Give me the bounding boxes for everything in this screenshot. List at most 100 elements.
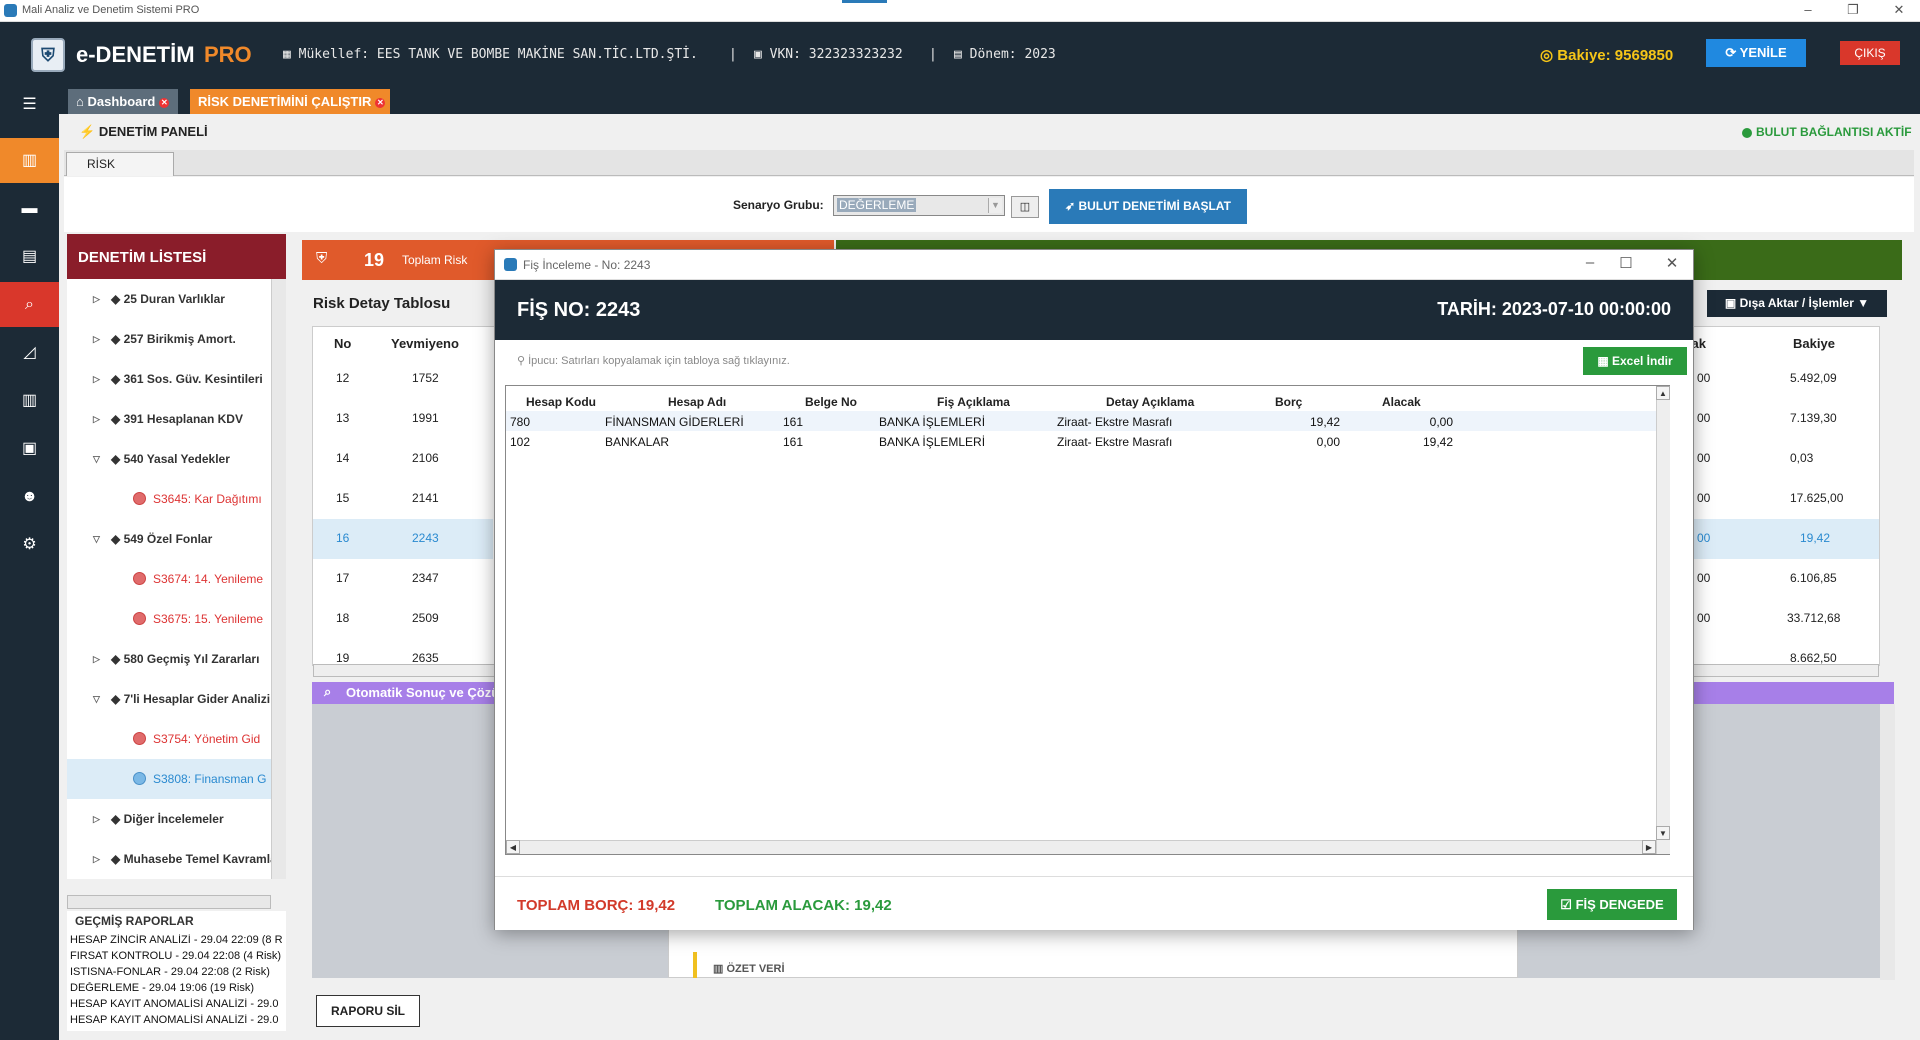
tree-node[interactable]: ▷ ◆ 25 Duran Varlıklar (67, 279, 271, 319)
result-scrollbar[interactable] (1880, 704, 1895, 980)
cell-bakiye[interactable]: 7.139,30 (1790, 411, 1837, 425)
cell-account-code[interactable]: 102 (510, 435, 530, 449)
tree-leaf[interactable]: S3675: 15. Yenileme (67, 599, 271, 639)
grid-scrollbar-horizontal[interactable]: ◀ ▶ (506, 840, 1656, 854)
cell-alacak[interactable]: 00 (1697, 611, 1710, 625)
users-icon[interactable]: ☻ (0, 474, 59, 519)
cell-debit[interactable]: 19,42 (1286, 415, 1340, 429)
bank-icon[interactable]: ▥ (0, 378, 59, 423)
cell-alacak[interactable]: 00 (1697, 371, 1710, 385)
cell-no[interactable]: 18 (336, 611, 349, 625)
cell-bakiye[interactable]: 0,03 (1790, 451, 1813, 465)
tab-dashboard[interactable]: ⌂ Dashboard ✕ (68, 89, 178, 114)
cell-detail-desc[interactable]: Ziraat- Ekstre Masrafı (1057, 415, 1172, 429)
cell-no[interactable]: 14 (336, 451, 349, 465)
column-header[interactable]: Detay Açıklama (1106, 395, 1194, 409)
scroll-up-icon[interactable]: ▲ (1656, 386, 1670, 400)
cell-yevmiye[interactable]: 1991 (412, 411, 439, 425)
scenario-select[interactable]: DEĞERLEME ▼ (833, 195, 1005, 216)
briefcase-icon[interactable]: ▬ (0, 186, 59, 231)
column-header[interactable]: Borç (1275, 395, 1302, 409)
refresh-button[interactable]: ⟳ YENİLE (1706, 39, 1806, 67)
report-item[interactable]: FIRSAT KONTROLU - 29.04 22:08 (4 Risk) (70, 950, 284, 962)
search-icon[interactable]: ⌕ (0, 282, 59, 327)
export-button[interactable]: ▣ Dışa Aktar / İşlemler ▼ (1707, 290, 1887, 317)
column-header[interactable]: Hesap Adı (668, 395, 726, 409)
balanced-button[interactable]: ☑ FİŞ DENGEDE (1547, 889, 1677, 920)
column-header[interactable]: Fiş Açıklama (937, 395, 1010, 409)
cell-account-name[interactable]: FİNANSMAN GİDERLERİ (605, 415, 744, 429)
menu-icon[interactable]: ☰ (0, 82, 59, 127)
chart-icon[interactable]: ◿ (0, 330, 59, 375)
minimize-button[interactable]: – (1570, 254, 1610, 271)
column-header[interactable]: Bakiye (1793, 336, 1835, 351)
scroll-down-icon[interactable]: ▼ (1656, 826, 1670, 840)
cell-yevmiye[interactable]: 2243 (412, 531, 439, 545)
tree-leaf[interactable]: S3754: Yönetim Gid (67, 719, 271, 759)
cell-yevmiye[interactable]: 1752 (412, 371, 439, 385)
tree-scrollbar-vertical[interactable] (271, 279, 286, 879)
report-item[interactable]: HESAP KAYIT ANOMALİSİ ANALİZİ - 29.0 (70, 998, 284, 1010)
excel-download-button[interactable]: ▦ Excel İndir (1583, 347, 1687, 375)
delete-report-button[interactable]: RAPORU SİL (316, 995, 420, 1027)
close-button[interactable]: ✕ (1652, 254, 1692, 272)
cell-credit[interactable]: 19,42 (1399, 435, 1453, 449)
cell-yevmiye[interactable]: 2106 (412, 451, 439, 465)
start-cloud-audit-button[interactable]: ➶ BULUT DENETİMİ BAŞLAT (1049, 189, 1247, 224)
tree-leaf[interactable]: S3645: Kar Dağıtımı (67, 479, 271, 519)
tree-scrollbar-horizontal[interactable] (67, 895, 271, 909)
tab-risk-audit[interactable]: RİSK DENETİMİNİ ÇALIŞTIR ✕ (190, 89, 390, 114)
print-icon[interactable]: ▣ (0, 426, 59, 471)
document-icon[interactable]: ▤ (0, 234, 59, 279)
column-header[interactable]: Yevmiyeno (391, 336, 459, 351)
close-tab-icon[interactable]: ✕ (159, 97, 170, 108)
cell-no[interactable]: 12 (336, 371, 349, 385)
maximize-button[interactable]: ☐ (1606, 254, 1646, 272)
close-tab-icon[interactable]: ✕ (375, 97, 386, 108)
cell-bakiye[interactable]: 19,42 (1800, 531, 1830, 545)
cell-detail-desc[interactable]: Ziraat- Ekstre Masrafı (1057, 435, 1172, 449)
cell-alacak[interactable]: 00 (1697, 571, 1710, 585)
cell-voucher-desc[interactable]: BANKA İŞLEMLERİ (879, 415, 985, 429)
column-header[interactable]: Hesap Kodu (526, 395, 596, 409)
cell-no[interactable]: 13 (336, 411, 349, 425)
tree-node[interactable]: ▽ ◆ 7'li Hesaplar Gider Analizi (67, 679, 271, 719)
scroll-right-icon[interactable]: ▶ (1642, 840, 1656, 854)
dashboard-icon[interactable]: ▥ (0, 138, 59, 183)
cell-yevmiye[interactable]: 2347 (412, 571, 439, 585)
report-item[interactable]: HESAP ZİNCİR ANALİZİ - 29.04 22:09 (8 R (70, 934, 284, 946)
report-item[interactable]: DEĞERLEME - 29.04 19:06 (19 Risk) (70, 982, 284, 994)
subtab-risk-audit[interactable]: RİSK DENETİMİ (66, 152, 174, 193)
tree-node[interactable]: ▷ ◆ 391 Hesaplanan KDV (67, 399, 271, 439)
cell-debit[interactable]: 0,00 (1286, 435, 1340, 449)
cell-credit[interactable]: 0,00 (1399, 415, 1453, 429)
settings-icon[interactable]: ⚙ (0, 522, 59, 567)
tree-node[interactable]: ▷ ◆ Muhasebe Temel Kavramları (67, 839, 271, 879)
tree-node[interactable]: ▷ ◆ 361 Sos. Güv. Kesintileri (67, 359, 271, 399)
tree-node[interactable]: ▷ ◆ Diğer İncelemeler (67, 799, 271, 839)
cell-alacak[interactable]: 00 (1697, 451, 1710, 465)
cell-voucher-desc[interactable]: BANKA İŞLEMLERİ (879, 435, 985, 449)
cell-no[interactable]: 15 (336, 491, 349, 505)
cell-alacak[interactable]: 00 (1697, 531, 1710, 545)
cell-account-code[interactable]: 780 (510, 415, 530, 429)
exit-button[interactable]: ÇIKIŞ (1840, 41, 1900, 65)
column-header[interactable]: No (334, 336, 351, 351)
tree-node[interactable]: ▽ ◆ 549 Özel Fonlar (67, 519, 271, 559)
cell-alacak[interactable]: 00 (1697, 411, 1710, 425)
scroll-left-icon[interactable]: ◀ (506, 840, 520, 854)
cell-document-no[interactable]: 161 (783, 435, 803, 449)
cell-account-name[interactable]: BANKALAR (605, 435, 669, 449)
cell-yevmiye[interactable]: 2509 (412, 611, 439, 625)
cell-document-no[interactable]: 161 (783, 415, 803, 429)
tree-node[interactable]: ▷ ◆ 257 Birikmiş Amort. (67, 319, 271, 359)
tree-node[interactable]: ▷ ◆ 580 Geçmiş Yıl Zararları (67, 639, 271, 679)
cell-alacak[interactable]: 00 (1697, 491, 1710, 505)
tree-leaf-selected[interactable]: S3808: Finansman G (67, 759, 271, 799)
column-header[interactable]: Alacak (1382, 395, 1421, 409)
tree-leaf[interactable]: S3674: 14. Yenileme (67, 559, 271, 599)
cell-bakiye[interactable]: 5.492,09 (1790, 371, 1837, 385)
grid-scrollbar-vertical[interactable]: ▲ ▼ (1656, 386, 1670, 854)
cell-bakiye[interactable]: 17.625,00 (1790, 491, 1843, 505)
tree-node[interactable]: ▽ ◆ 540 Yasal Yedekler (67, 439, 271, 479)
